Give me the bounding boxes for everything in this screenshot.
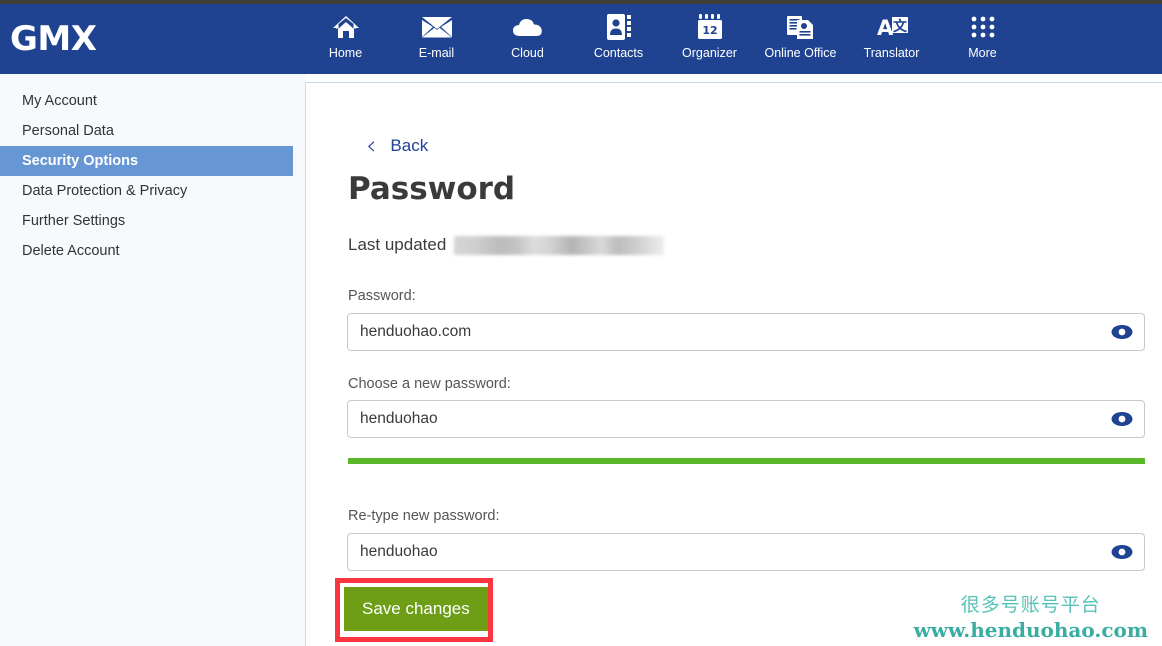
show-retype-password-icon[interactable] — [1100, 534, 1144, 570]
sidebar-item-personal-data[interactable]: Personal Data — [0, 116, 305, 146]
primary-navigation: Home E-mail Cloud Contacts 12 Organizer … — [300, 4, 1028, 74]
password-field-wrapper[interactable] — [347, 313, 1145, 351]
last-updated-row: Last updated — [348, 235, 665, 255]
sidebar-item-my-account[interactable]: My Account — [0, 86, 305, 116]
watermark: 很多号账号平台 www.henduohao.com — [914, 590, 1148, 642]
nav-item-contacts[interactable]: Contacts — [573, 11, 664, 71]
nav-item-cloud[interactable]: Cloud — [482, 11, 573, 71]
nav-label-email: E-mail — [418, 46, 455, 60]
nav-item-home[interactable]: Home — [300, 11, 391, 71]
envelope-icon — [421, 11, 453, 43]
nav-label-translator: Translator — [863, 46, 920, 60]
sidebar-item-further-settings[interactable]: Further Settings — [0, 206, 305, 236]
new-password-input[interactable] — [348, 410, 1100, 428]
password-input[interactable] — [348, 323, 1100, 341]
retype-password-input[interactable] — [348, 543, 1100, 561]
nav-label-cloud: Cloud — [511, 46, 544, 60]
retype-password-field-wrapper[interactable] — [347, 533, 1145, 571]
sidebar-item-data-protection-privacy[interactable]: Data Protection & Privacy — [0, 176, 305, 206]
nav-item-organizer[interactable]: 12 Organizer — [664, 11, 755, 71]
retype-password-label: Re-type new password: — [348, 508, 500, 524]
nav-label-online-office: Online Office — [764, 46, 837, 60]
back-link-label: Back — [390, 136, 429, 155]
save-button-group: Save changes — [335, 578, 493, 642]
nav-item-email[interactable]: E-mail — [391, 11, 482, 71]
nav-label-home: Home — [328, 46, 363, 60]
svg-text:A: A — [877, 16, 894, 40]
password-strength-bar — [348, 458, 1145, 464]
watermark-url: www.henduohao.com — [913, 618, 1148, 642]
gmx-logo[interactable]: GMX — [0, 19, 300, 59]
translate-icon: A 文 — [875, 11, 909, 43]
show-password-icon[interactable] — [1100, 314, 1144, 350]
grid-dots-icon — [970, 11, 996, 43]
app-header: GMX Home E-mail Cloud Contacts 12 Organi… — [0, 4, 1162, 74]
nav-label-contacts: Contacts — [593, 46, 644, 60]
settings-sidebar: My Account Personal Data Security Option… — [0, 74, 305, 646]
nav-label-more: More — [968, 46, 997, 60]
nav-item-online-office[interactable]: Online Office — [755, 11, 846, 71]
watermark-chinese-text: 很多号账号平台 — [960, 594, 1101, 616]
nav-label-organizer: Organizer — [682, 46, 737, 60]
content-panel: ‹ Back Password Last updated Password: C… — [305, 82, 1162, 646]
last-updated-redacted-value — [454, 235, 665, 255]
svg-text:文: 文 — [893, 18, 908, 35]
page-root: GMX Home E-mail Cloud Contacts 12 Organi… — [0, 0, 1162, 646]
sidebar-item-delete-account[interactable]: Delete Account — [0, 236, 305, 266]
show-new-password-icon[interactable] — [1100, 401, 1144, 437]
contacts-book-icon — [606, 11, 632, 43]
chevron-left-icon: ‹ — [366, 131, 377, 161]
save-changes-button[interactable]: Save changes — [344, 587, 488, 631]
sidebar-item-security-options[interactable]: Security Options — [0, 146, 293, 176]
nav-item-more[interactable]: More — [937, 11, 1028, 71]
page-title: Password — [348, 171, 516, 207]
calendar-day-number: 12 — [702, 24, 717, 37]
password-label: Password: — [348, 288, 416, 304]
back-link[interactable]: ‹ Back — [366, 133, 428, 159]
home-icon — [331, 11, 361, 43]
new-password-label: Choose a new password: — [348, 376, 511, 392]
calendar-icon: 12 — [696, 11, 724, 43]
last-updated-label: Last updated — [348, 235, 447, 254]
documents-icon — [786, 11, 816, 43]
new-password-field-wrapper[interactable] — [347, 400, 1145, 438]
nav-item-translator[interactable]: A 文 Translator — [846, 11, 937, 71]
cloud-icon — [512, 11, 544, 43]
